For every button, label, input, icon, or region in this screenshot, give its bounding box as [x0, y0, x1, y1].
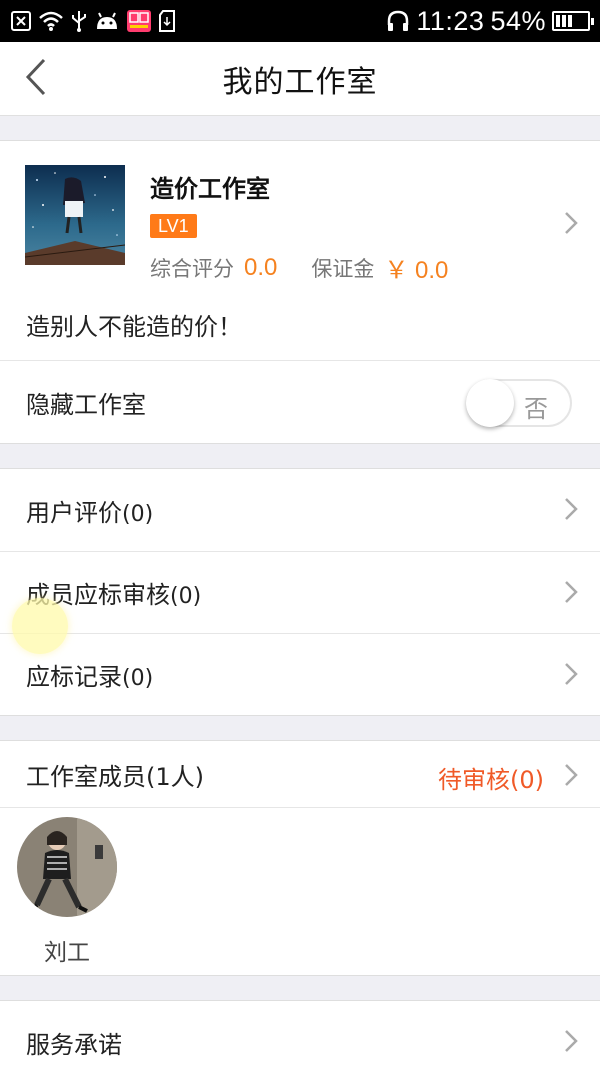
menu-item-user-reviews[interactable]: 用户评价(0) — [0, 469, 600, 551]
studio-slogan: 造别人不能造的价！ — [0, 289, 600, 361]
wifi-icon — [38, 9, 64, 33]
title-bar: 我的工作室 — [0, 42, 600, 116]
menu-card: 用户评价(0) 成员应标审核(0) 应标记录(0) — [0, 468, 600, 716]
menu-item-bid-records[interactable]: 应标记录(0) — [0, 633, 600, 715]
menu-item-count: (0) — [122, 501, 154, 527]
deposit-label: 保证金 — [311, 256, 375, 281]
members-count: (1人) — [146, 762, 204, 791]
members-header-row[interactable]: 工作室成员(1人) 待审核(0) — [0, 741, 600, 807]
chevron-right-icon — [564, 497, 578, 527]
hide-studio-row: 隐藏工作室 否 — [0, 361, 600, 443]
toggle-knob — [466, 379, 514, 427]
sd-card-icon — [158, 9, 178, 33]
android-icon — [94, 9, 120, 33]
chevron-right-icon — [564, 211, 578, 239]
service-label: 服务承诺 — [26, 1030, 122, 1059]
usb-icon — [70, 9, 88, 33]
studio-stats: 综合评分 0.0 保证金 ￥ 0.0 — [150, 250, 448, 285]
member-item[interactable]: 刘工 — [17, 817, 117, 967]
studio-name: 造价工作室 — [150, 175, 270, 203]
menu-item-count: (0) — [170, 584, 202, 609]
status-bar: 11:23 54% — [0, 0, 600, 42]
members-list: 刘工 — [0, 807, 600, 975]
clock: 11:23 — [416, 5, 485, 36]
menu-item-service-commitment[interactable]: 服务承诺 — [0, 1001, 600, 1067]
chevron-right-icon — [564, 662, 578, 692]
back-button[interactable] — [14, 56, 58, 102]
menu-item-label: 应标记录 — [26, 663, 122, 691]
members-card: 工作室成员(1人) 待审核(0) 刘工 — [0, 740, 600, 976]
avatar — [17, 817, 117, 917]
battery-percent: 54% — [490, 5, 546, 36]
toggle-state-text: 否 — [524, 395, 548, 423]
studio-avatar — [25, 165, 125, 265]
pending-count: (0) — [510, 766, 544, 794]
menu-item-count: (0) — [122, 666, 154, 691]
page-title: 我的工作室 — [222, 64, 378, 100]
hide-studio-toggle[interactable]: 否 — [466, 379, 572, 427]
chevron-right-icon — [564, 580, 578, 610]
headphones-icon — [386, 9, 410, 33]
rating-value: 0.0 — [244, 253, 278, 281]
touch-indicator — [12, 598, 68, 654]
service-card: 服务承诺 — [0, 1000, 600, 1067]
battery-icon — [552, 11, 594, 31]
menu-item-label: 用户评价 — [26, 498, 122, 527]
studio-profile[interactable]: 造价工作室 LV1 综合评分 0.0 保证金 ￥ 0.0 — [0, 141, 600, 289]
studio-card: 造价工作室 LV1 综合评分 0.0 保证金 ￥ 0.0 造别人不能造的价！ 隐… — [0, 140, 600, 444]
studio-info: 造价工作室 LV1 综合评分 0.0 保证金 ￥ 0.0 — [150, 169, 448, 285]
level-badge: LV1 — [150, 214, 197, 238]
app-badge-icon — [126, 9, 152, 33]
chevron-right-icon — [564, 763, 578, 793]
chevron-left-icon — [24, 57, 48, 101]
close-box-icon — [10, 9, 32, 33]
members-label: 工作室成员 — [26, 762, 146, 791]
menu-item-member-bid-review[interactable]: 成员应标审核(0) — [0, 551, 600, 633]
rating-label: 综合评分 — [150, 256, 234, 281]
pending-review-link[interactable]: 待审核(0) — [438, 760, 544, 795]
deposit-value: ￥ 0.0 — [384, 257, 449, 284]
chevron-right-icon — [564, 1029, 578, 1059]
member-name: 刘工 — [44, 940, 90, 966]
